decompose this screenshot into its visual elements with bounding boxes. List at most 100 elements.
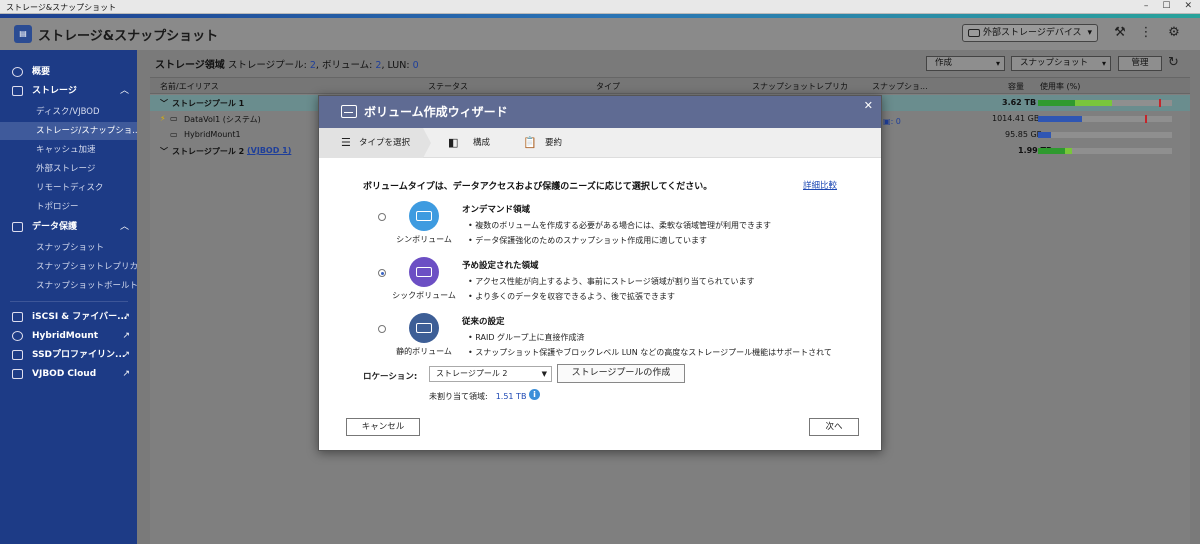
option-caption: 静的ボリューム [396,347,452,356]
row-name: DataVol1 (システム) [184,115,261,124]
option-thick-volume[interactable]: シックボリューム 予め設定された領域 • アクセス性能が向上するよう、事前にスト… [319,257,881,313]
row-capacity: 1014.41 GB [992,114,1040,123]
col-usage[interactable]: 使用率 (%) [1040,81,1080,92]
list-icon: ☰ [341,136,351,149]
external-link-icon: ↗ [122,331,130,341]
shield-icon [12,222,23,232]
volumes-label: , ボリューム: [315,60,376,71]
sidebar-item-cache[interactable]: キャッシュ加速 [0,141,137,159]
snapshot-icon: ▣ [883,117,891,126]
sidebar-item-hybridmount[interactable]: HybridMount ↗ [0,327,137,345]
more-icon[interactable]: ⋮ [1138,25,1154,41]
cancel-button[interactable]: キャンセル [346,418,420,436]
ssd-icon [12,350,23,360]
static-volume-icon [409,313,439,343]
volume-icon: ▭ [170,114,178,123]
thick-volume-icon [409,257,439,287]
snapshot-button[interactable]: スナップショット ▾ [1011,56,1111,71]
chevron-up-icon: ︿ [119,222,129,232]
sidebar-item-iscsi[interactable]: iSCSI & ファイバー... ↗ [0,308,137,326]
usage-threshold-marker [1145,115,1148,123]
option-static-volume[interactable]: 静的ボリューム 従来の設定 • RAID グループ上に直接作成済 • スナップシ… [319,313,881,369]
option-desc: • 複数のボリュームを作成する必要がある場合には、柔軟な領域管理が利用できます [468,221,772,230]
option-caption: シンボリューム [396,235,452,244]
option-title: 予め設定された領域 [462,261,539,271]
create-button[interactable]: 作成 ▾ [926,56,1005,71]
sidebar-item-external-storage[interactable]: 外部ストレージ [0,160,137,178]
info-icon[interactable]: i [529,389,540,400]
col-snapshot-replica[interactable]: スナップショットレプリカ [752,81,848,92]
external-storage-dropdown[interactable]: 外部ストレージデバイス ▾ [962,24,1098,42]
step-select-type: タイプを選択 [359,138,411,148]
usage-bar-fill [1038,148,1072,154]
sidebar-item-remote-disk[interactable]: リモートディスク [0,179,137,197]
minimize-button[interactable]: – [1144,1,1149,11]
row-name: HybridMount1 [184,130,241,139]
detail-comparison-link[interactable]: 詳細比較 [803,179,837,191]
chevron-down-icon: ▾ [1087,28,1092,38]
sidebar-item-disks[interactable]: ディスク/VJBOD [0,103,137,121]
app-header: ▤ ストレージ&スナップショット 外部ストレージデバイス ▾ ⚒ ⋮ ⚙ [0,18,1200,50]
sidebar-item-snapshot[interactable]: スナップショット [0,239,137,257]
thick-volume-radio[interactable] [378,269,386,277]
window-titlebar: ストレージ&スナップショット – ☐ ✕ [0,0,1200,14]
col-type[interactable]: タイプ [596,81,620,92]
sidebar-item-topology[interactable]: トポロジー [0,198,137,216]
manage-button[interactable]: 管理 [1118,56,1162,71]
sidebar-item-overview[interactable]: 概要 [0,63,137,81]
option-title: 従来の設定 [462,317,505,327]
usage-bar [1038,115,1172,123]
sidebar-item-snapshot-replica[interactable]: スナップショットレプリカ [0,258,137,276]
option-desc: • より多くのデータを収容できるよう、後で拡張できます [468,292,675,301]
sidebar-section-storage[interactable]: ストレージ ︿ [0,82,137,100]
create-label: 作成 [935,58,953,68]
static-volume-radio[interactable] [378,325,386,333]
external-link-icon: ↗ [122,369,130,379]
option-desc: • RAID グループ上に直接作成済 [468,333,585,342]
lun-count: 0 [412,60,419,71]
option-caption: シックボリューム [392,291,456,300]
page-title: ストレージ領域 [155,60,225,71]
step-configure: 構成 [473,138,491,148]
snapshot-count-link[interactable]: ▣: 0 [883,117,901,126]
option-desc: • アクセス性能が向上するよう、事前にストレージ領域が割り当てられています [468,277,755,286]
external-link-icon: ↗ [122,350,130,360]
col-capacity[interactable]: 容量 [1008,81,1024,92]
diagnostics-icon[interactable]: ⚒ [1112,25,1128,41]
dialog-title: ボリューム作成ウィザード [364,105,508,119]
unallocated-label: 未割り当て領域: [429,392,488,401]
thin-volume-radio[interactable] [378,213,386,221]
col-name[interactable]: 名前/エイリアス [160,81,219,92]
maximize-button[interactable]: ☐ [1162,1,1170,11]
external-link-icon: ↗ [122,312,130,322]
col-status[interactable]: ステータス [428,81,468,92]
sidebar-section-protection[interactable]: データ保護 ︿ [0,218,137,236]
create-storage-pool-button[interactable]: ストレージプールの作成 [557,364,685,383]
volume-icon: ▭ [170,130,178,139]
expand-chevron-icon[interactable]: ﹀ [160,146,168,157]
sidebar-item-snapshot-vault[interactable]: スナップショットボールト [0,277,137,295]
next-button[interactable]: 次へ [809,418,859,436]
expand-chevron-icon[interactable]: ﹀ [160,98,168,109]
sidebar-item-label: iSCSI & ファイバー... [32,312,128,322]
close-icon[interactable]: ✕ [864,99,873,112]
sidebar-item-label: VJBOD Cloud [32,369,97,379]
columns-icon: ◧ [448,136,459,149]
refresh-icon[interactable]: ↻ [1168,55,1179,70]
sidebar-item-storage-snapshots[interactable]: ストレージ/スナップショ... [0,122,137,140]
close-window-button[interactable]: ✕ [1184,1,1192,11]
location-select[interactable]: ストレージプール 2 ▼ [429,366,552,382]
sidebar-section-label: ストレージ [32,86,77,96]
sidebar-item-ssd-profiling[interactable]: SSDプロファイリン... ↗ [0,346,137,364]
usage-bar [1038,148,1172,154]
usage-bar [1038,132,1172,138]
usage-threshold-marker [1158,99,1161,107]
vjbod-cloud-icon [12,369,23,379]
option-thin-volume[interactable]: シンボリューム オンデマンド領域 • 複数のボリュームを作成する必要がある場合に… [319,201,881,257]
row-capacity: 95.85 GB [1005,130,1043,139]
step-summary: 要約 [545,138,563,148]
col-snapshot[interactable]: スナップショ... [872,81,928,92]
sidebar-item-vjbod-cloud[interactable]: VJBOD Cloud ↗ [0,365,137,383]
vjbod-link[interactable]: (VJBOD 1) [247,146,291,155]
gear-icon[interactable]: ⚙ [1166,25,1182,41]
